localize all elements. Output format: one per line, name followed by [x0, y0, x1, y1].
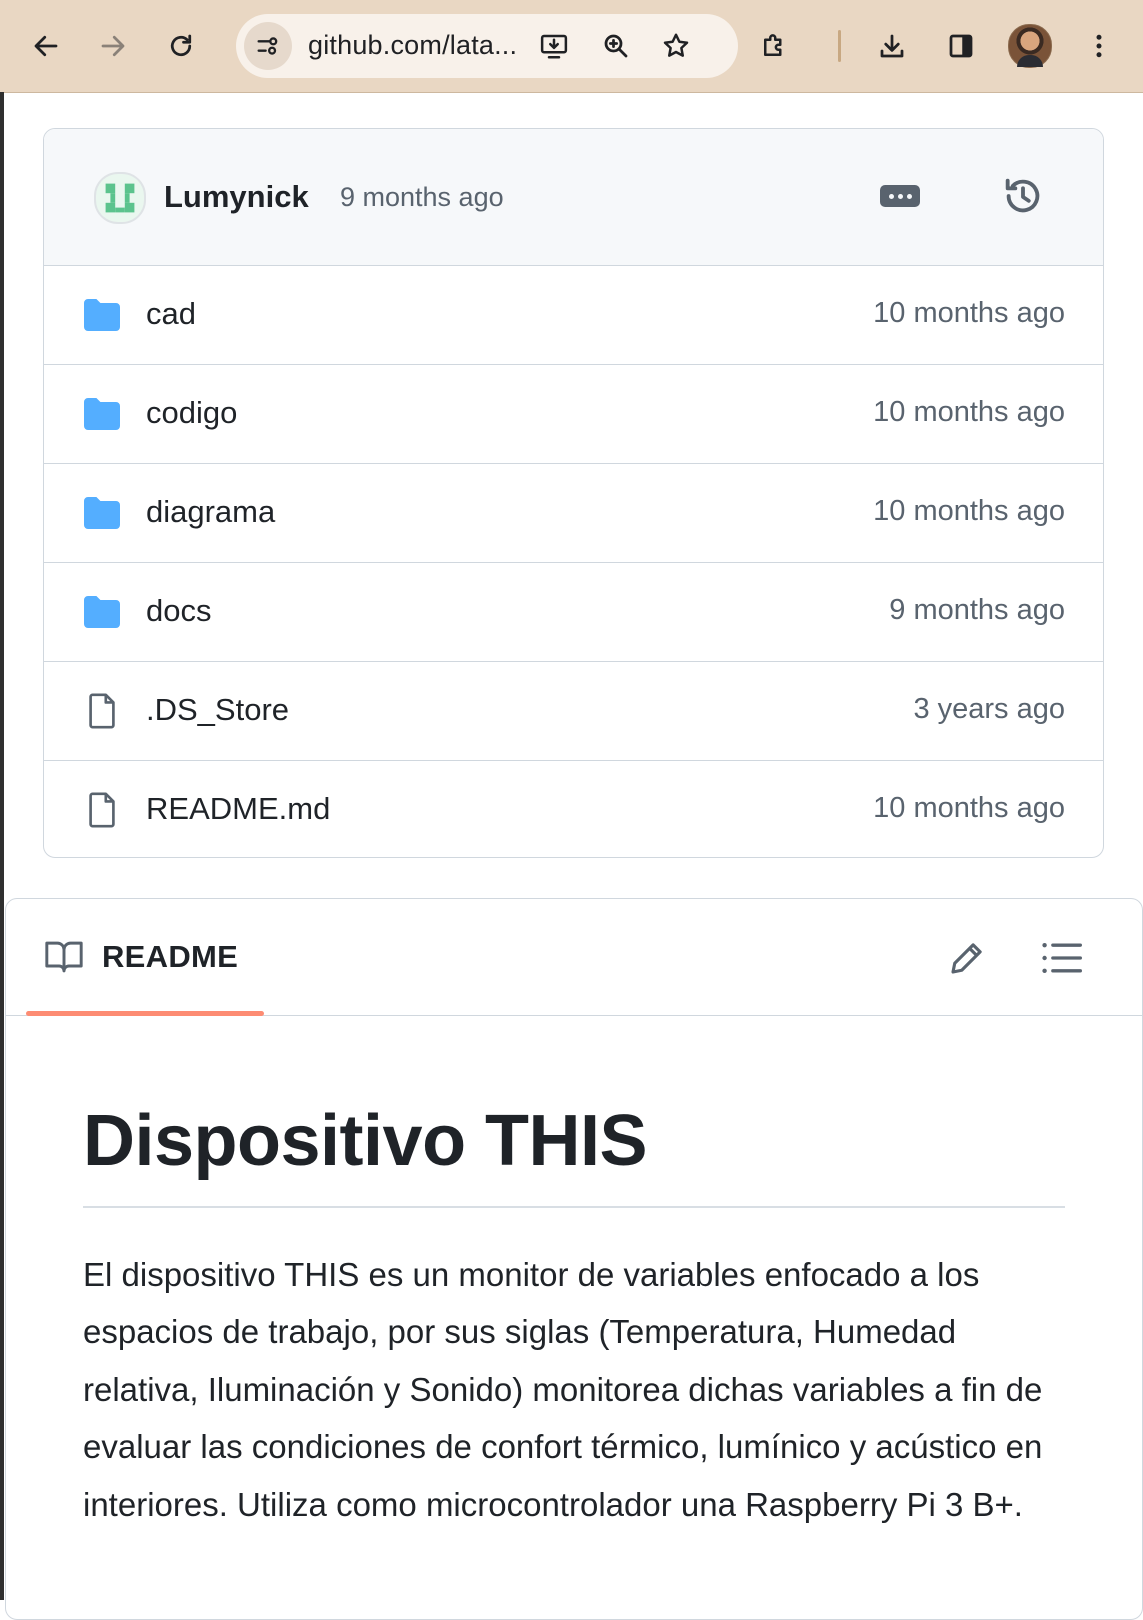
commit-age: 9 months ago [340, 182, 504, 212]
readme-tab-label: README [102, 939, 239, 974]
readme-header: README [6, 899, 1142, 1016]
zoom-icon [604, 34, 628, 58]
side-panel-icon [949, 34, 973, 58]
extensions-button[interactable] [746, 18, 802, 74]
file-name[interactable]: diagrama [146, 494, 275, 530]
readme-title: Dispositivo THIS [83, 1103, 1065, 1208]
history-icon[interactable] [1000, 173, 1046, 219]
file-name[interactable]: docs [146, 593, 211, 629]
commit-message-toggle[interactable] [880, 185, 920, 207]
file-icon [89, 693, 115, 729]
readme-paragraph: El dispositivo THIS es un monitor de var… [83, 1255, 1043, 1523]
extensions-icon [764, 34, 782, 56]
readme-content: Dispositivo THIS El dispositivo THIS es … [6, 1103, 1142, 1533]
star-icon [663, 33, 689, 57]
forward-button[interactable] [85, 18, 141, 74]
file-age: 9 months ago [889, 594, 1065, 626]
tab-readme[interactable]: README [26, 899, 264, 1016]
folder-icon [84, 299, 120, 331]
forward-arrow-icon [101, 35, 125, 57]
download-icon [880, 34, 904, 58]
bookmark-button[interactable] [658, 28, 694, 64]
browser-toolbar: github.com/lata... [0, 0, 1143, 93]
back-button[interactable] [18, 18, 74, 74]
commit-author[interactable]: Lumynick [164, 179, 309, 215]
site-settings-button[interactable] [244, 22, 292, 70]
reload-icon [170, 34, 192, 57]
file-name[interactable]: .DS_Store [146, 692, 289, 728]
book-icon [45, 941, 83, 973]
file-list: Lumynick 9 months ago cad 10 months ago … [43, 128, 1104, 858]
folder-icon [84, 596, 120, 628]
back-arrow-icon [34, 35, 58, 57]
active-tab-indicator [26, 1011, 264, 1016]
browser-menu-button[interactable] [1073, 18, 1125, 74]
file-row[interactable]: cad 10 months ago [44, 266, 1103, 365]
folder-icon [84, 398, 120, 430]
install-app-icon [540, 34, 568, 59]
zoom-button[interactable] [598, 28, 634, 64]
downloads-button[interactable] [864, 18, 920, 74]
address-bar[interactable]: github.com/lata... [236, 14, 738, 78]
latest-commit-bar: Lumynick 9 months ago [44, 129, 1103, 266]
file-name[interactable]: codigo [146, 395, 237, 431]
site-settings-icon [257, 37, 278, 55]
window-edge [0, 92, 4, 1600]
folder-icon [84, 497, 120, 529]
file-age: 10 months ago [873, 792, 1065, 824]
url-text[interactable]: github.com/lata... [308, 30, 517, 61]
list-outline-icon[interactable] [1040, 937, 1084, 979]
file-row[interactable]: codigo 10 months ago [44, 365, 1103, 464]
reload-button[interactable] [153, 18, 209, 74]
file-row[interactable]: docs 9 months ago [44, 563, 1103, 662]
file-age: 10 months ago [873, 495, 1065, 527]
file-name[interactable]: README.md [146, 791, 330, 827]
readme-panel: README Dispositivo THIS El dispositivo T… [5, 898, 1143, 1620]
file-icon [89, 792, 115, 828]
side-panel-button[interactable] [933, 18, 989, 74]
profile-avatar[interactable] [1008, 24, 1052, 68]
committer-avatar[interactable] [94, 172, 146, 224]
file-row[interactable]: diagrama 10 months ago [44, 464, 1103, 563]
install-app-button[interactable] [536, 28, 572, 64]
file-name[interactable]: cad [146, 296, 196, 332]
file-row[interactable]: README.md 10 months ago [44, 761, 1103, 857]
menu-dots-icon [1096, 34, 1102, 58]
file-row[interactable]: .DS_Store 3 years ago [44, 662, 1103, 761]
ellipsis-icon [888, 193, 894, 199]
file-age: 10 months ago [873, 297, 1065, 329]
identicon-icon [100, 178, 140, 218]
file-age: 3 years ago [913, 693, 1065, 725]
pencil-icon[interactable] [946, 937, 988, 979]
toolbar-separator [838, 30, 841, 62]
file-age: 10 months ago [873, 396, 1065, 428]
